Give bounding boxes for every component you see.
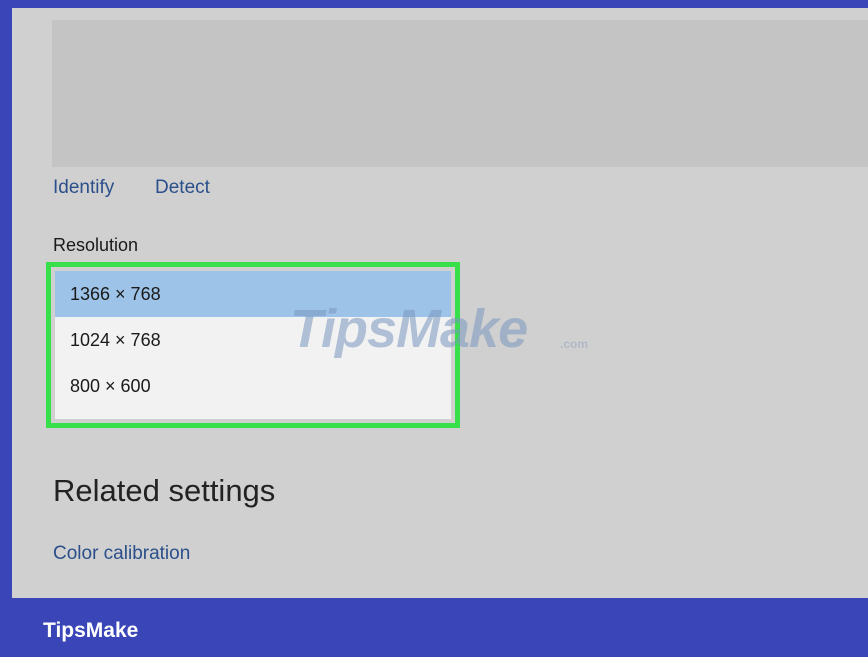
related-settings-heading: Related settings <box>53 473 276 508</box>
footer-brand: TipsMake <box>43 619 139 642</box>
footer-bar: TipsMake <box>0 598 868 657</box>
display-settings-window: Identify Detect Resolution 1366 × 768 10… <box>12 8 868 598</box>
monitor-preview-area <box>52 20 868 167</box>
watermark-logo: TipsMake <box>290 299 528 359</box>
identify-link[interactable]: Identify <box>53 177 114 199</box>
detect-link[interactable]: Detect <box>155 177 210 199</box>
resolution-option-800x600[interactable]: 800 × 600 <box>55 363 451 409</box>
watermark-suffix: .com <box>560 337 589 351</box>
resolution-label: Resolution <box>53 235 139 255</box>
color-calibration-link[interactable]: Color calibration <box>53 543 190 565</box>
screenshot-frame: Identify Detect Resolution 1366 × 768 10… <box>0 0 868 657</box>
